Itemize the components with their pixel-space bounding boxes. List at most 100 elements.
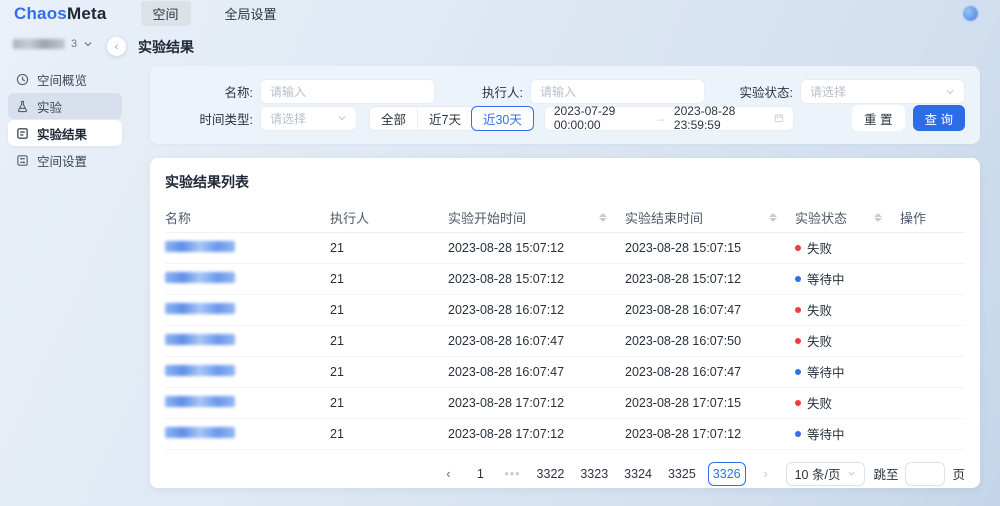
results-report-icon — [16, 127, 29, 140]
sidebar: 3 空间概览 实验 实验结果 空间设置 — [0, 27, 130, 506]
column-header-start-time[interactable]: 实验开始时间 — [448, 203, 625, 232]
settings-icon — [16, 154, 29, 167]
status-dot — [795, 400, 801, 406]
chevron-down-icon — [83, 39, 93, 49]
tab-space[interactable]: 空间 — [141, 1, 191, 26]
status-dot — [795, 431, 801, 437]
filter-row-1: 名称: 执行人: 实验状态: 请选择 — [165, 79, 965, 104]
status-select[interactable]: 请选择 — [800, 79, 965, 104]
executor-cell: 21 — [330, 294, 448, 325]
status-dot — [795, 307, 801, 313]
sort-icon[interactable] — [769, 213, 777, 222]
date-range-separator: → — [654, 111, 666, 125]
end-time-cell: 2023-08-28 16:07:47 — [625, 356, 795, 387]
main-content: 实验结果 名称: 执行人: 实验状态: 请选择 时间类型: 请选择 — [130, 27, 1000, 506]
overview-icon — [16, 73, 29, 86]
date-range-picker[interactable]: 2023-07-29 00:00:00 → 2023-08-28 23:59:5… — [544, 106, 794, 131]
page-number-button[interactable]: 3324 — [620, 462, 656, 486]
experiment-name-link-redacted[interactable] — [165, 427, 235, 438]
next-page-button[interactable]: › — [754, 462, 778, 486]
experiment-name-link-redacted[interactable] — [165, 334, 235, 345]
pagination-ellipsis[interactable]: ••• — [500, 462, 524, 486]
sidebar-collapse-button[interactable]: ‹ — [107, 37, 126, 56]
calendar-icon — [774, 112, 784, 124]
search-button[interactable]: 查 询 — [913, 105, 965, 131]
status-text: 等待中 — [807, 424, 845, 443]
filter-executor-group: 执行人: — [435, 79, 705, 104]
jump-suffix: 页 — [952, 464, 965, 483]
sidebar-item-label: 空间设置 — [37, 151, 87, 170]
experiment-name-link-redacted[interactable] — [165, 365, 235, 376]
user-avatar[interactable] — [963, 6, 978, 21]
sort-icon[interactable] — [874, 213, 882, 222]
table-row: 21 2023-08-28 17:07:12 2023-08-28 17:07:… — [165, 418, 965, 449]
tab-global-settings[interactable]: 全局设置 — [213, 1, 289, 26]
table-row: 21 2023-08-28 15:07:12 2023-08-28 15:07:… — [165, 263, 965, 294]
column-header-executor: 执行人 — [330, 203, 448, 232]
table-title: 实验结果列表 — [165, 172, 965, 192]
reset-button[interactable]: 重 置 — [852, 105, 904, 131]
page-size-select[interactable]: 10 条/页 — [786, 462, 866, 486]
status-dot — [795, 369, 801, 375]
experiment-name-link-redacted[interactable] — [165, 396, 235, 407]
status-text: 等待中 — [807, 269, 845, 288]
action-cell — [900, 387, 965, 418]
date-start-value: 2023-07-29 00:00:00 — [554, 104, 646, 132]
sort-icon[interactable] — [599, 213, 607, 222]
range-30d-button[interactable]: 近30天 — [471, 106, 534, 131]
end-time-cell: 2023-08-28 15:07:15 — [625, 232, 795, 263]
executor-cell: 21 — [330, 387, 448, 418]
time-type-select[interactable]: 请选择 — [260, 106, 357, 131]
results-card: 实验结果列表 名称 执行人 实验开始时间 实验结束时间 实验状态 操作 21 2… — [150, 158, 980, 488]
page-number-button[interactable]: 1 — [468, 462, 492, 486]
table-row: 21 2023-08-28 15:07:12 2023-08-28 15:07:… — [165, 232, 965, 263]
app-logo[interactable]: ChaosMeta — [14, 4, 107, 24]
name-input[interactable] — [260, 79, 435, 104]
sidebar-item-space-overview[interactable]: 空间概览 — [8, 66, 122, 92]
page-number-button[interactable]: 3325 — [664, 462, 700, 486]
range-7d-button[interactable]: 近7天 — [417, 107, 472, 130]
time-type-label: 时间类型: — [165, 109, 260, 128]
executor-cell: 21 — [330, 263, 448, 294]
column-header-name: 名称 — [165, 203, 330, 232]
table-body: 21 2023-08-28 15:07:12 2023-08-28 15:07:… — [165, 232, 965, 449]
sidebar-item-experiment[interactable]: 实验 — [8, 93, 122, 119]
executor-cell: 21 — [330, 418, 448, 449]
executor-input[interactable] — [530, 79, 705, 104]
jump-page-input[interactable] — [905, 462, 945, 486]
logo-part-meta: Meta — [67, 4, 107, 23]
status-dot — [795, 338, 801, 344]
current-page-button[interactable]: 3326 — [708, 462, 746, 486]
jump-label: 跳至 — [873, 464, 898, 483]
sidebar-item-space-settings[interactable]: 空间设置 — [8, 147, 122, 173]
sidebar-item-experiment-results[interactable]: 实验结果 — [8, 120, 122, 146]
sidebar-item-label: 实验 — [37, 97, 62, 116]
chevron-down-icon — [337, 113, 347, 123]
sidebar-menu: 空间概览 实验 实验结果 空间设置 — [0, 62, 130, 177]
status-text: 等待中 — [807, 362, 845, 381]
sidebar-item-label: 空间概览 — [37, 70, 87, 89]
end-time-cell: 2023-08-28 17:07:15 — [625, 387, 795, 418]
prev-page-button[interactable]: ‹ — [436, 462, 460, 486]
page-size-value: 10 条/页 — [795, 464, 841, 483]
executor-label: 执行人: — [435, 82, 530, 101]
experiment-name-link-redacted[interactable] — [165, 272, 235, 283]
column-header-end-time[interactable]: 实验结束时间 — [625, 203, 795, 232]
table-header-row: 名称 执行人 实验开始时间 实验结束时间 实验状态 操作 — [165, 203, 965, 232]
action-cell — [900, 232, 965, 263]
name-label: 名称: — [165, 82, 260, 101]
experiment-name-link-redacted[interactable] — [165, 241, 235, 252]
chevron-down-icon — [945, 87, 955, 97]
table-row: 21 2023-08-28 16:07:47 2023-08-28 16:07:… — [165, 356, 965, 387]
executor-cell: 21 — [330, 356, 448, 387]
collapse-chevron-left-icon: ‹ — [115, 41, 119, 53]
column-header-status[interactable]: 实验状态 — [795, 203, 900, 232]
action-cell — [900, 294, 965, 325]
page-title: 实验结果 — [138, 37, 1000, 57]
page-number-button[interactable]: 3323 — [576, 462, 612, 486]
range-all-button[interactable]: 全部 — [370, 107, 417, 130]
workspace-name-redacted — [13, 39, 65, 49]
experiment-name-link-redacted[interactable] — [165, 303, 235, 314]
page-number-button[interactable]: 3322 — [533, 462, 569, 486]
filter-row-2: 时间类型: 请选择 全部 近7天 近30天 2023-07-29 00:00:0… — [165, 105, 965, 131]
